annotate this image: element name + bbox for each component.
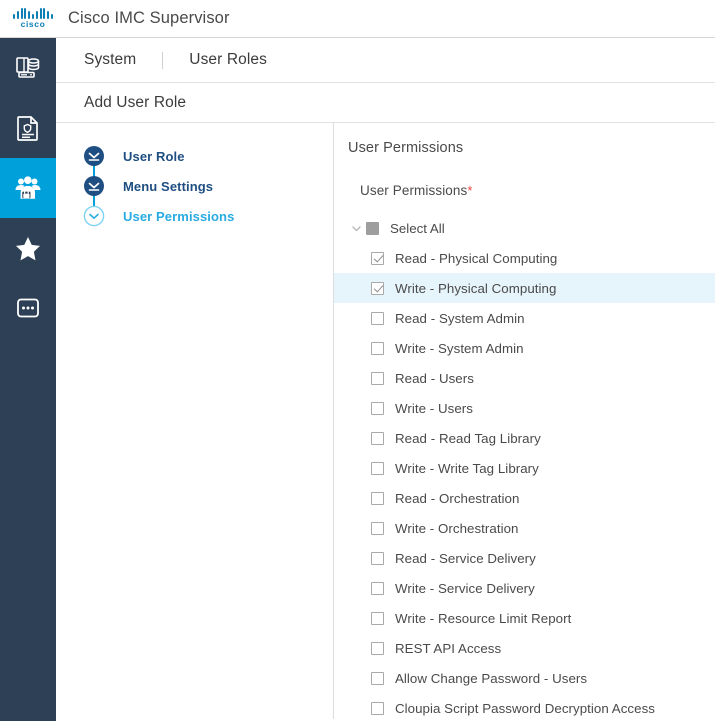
- wizard-container: User Role Menu Settings User Permissions…: [56, 123, 715, 719]
- step-completed-icon: [83, 145, 105, 167]
- permission-label: Read - Physical Computing: [395, 250, 558, 266]
- step-completed-icon: [83, 175, 105, 197]
- wizard-steps-pane: User Role Menu Settings User Permissions: [56, 123, 334, 719]
- rail-item-physical-computing[interactable]: [0, 38, 56, 98]
- main-content-area: System User Roles Add User Role User Rol…: [56, 38, 715, 721]
- permission-checkbox[interactable]: [371, 431, 384, 445]
- permission-label: Write - Service Delivery: [395, 580, 535, 596]
- permission-row[interactable]: Read - Users: [334, 363, 715, 393]
- rail-item-favorites[interactable]: [0, 218, 56, 278]
- permission-checkbox[interactable]: [371, 521, 384, 535]
- page-title-bar: Add User Role: [56, 83, 715, 123]
- rail-item-administration[interactable]: [0, 158, 56, 218]
- breadcrumb-item-user-roles[interactable]: User Roles: [189, 51, 267, 69]
- permission-checkbox[interactable]: [371, 251, 384, 265]
- wizard-step-user-permissions[interactable]: User Permissions: [83, 201, 333, 231]
- permission-label: Write - Write Tag Library: [395, 460, 539, 476]
- permission-label: Allow Change Password - Users: [395, 670, 588, 686]
- application-window: cisco Cisco IMC Supervisor System User R…: [0, 0, 715, 721]
- permission-row[interactable]: REST API Access: [334, 633, 715, 663]
- permission-label: Read - Orchestration: [395, 490, 520, 506]
- permission-row[interactable]: Write - Users: [334, 393, 715, 423]
- star-icon: [14, 235, 42, 262]
- permission-row[interactable]: Cloupia Script Password Decryption Acces…: [334, 693, 715, 721]
- permission-row[interactable]: Read - Service Delivery: [334, 543, 715, 573]
- chevron-down-icon[interactable]: [348, 223, 364, 234]
- cisco-wordmark: cisco: [20, 19, 46, 29]
- policy-document-icon: [15, 114, 41, 142]
- permission-checkbox[interactable]: [371, 581, 384, 595]
- permission-label: Read - Read Tag Library: [395, 430, 541, 446]
- server-storage-icon: [14, 54, 42, 82]
- permissions-section-heading: User Permissions: [348, 140, 464, 156]
- permission-checkbox[interactable]: [371, 641, 384, 655]
- top-header-bar: cisco Cisco IMC Supervisor: [0, 0, 715, 38]
- permissions-list: Read - Physical Computing Write - Physica…: [334, 243, 715, 721]
- permission-checkbox[interactable]: [371, 311, 384, 325]
- cisco-logo: cisco: [9, 8, 57, 29]
- permission-checkbox[interactable]: [371, 611, 384, 625]
- permission-label: Write - Resource Limit Report: [395, 610, 572, 626]
- wizard-step-label: Menu Settings: [123, 178, 214, 194]
- wizard-steps-list: User Role Menu Settings User Permissions: [83, 141, 333, 231]
- permission-label: Read - Users: [395, 370, 474, 386]
- wizard-step-label: User Permissions: [123, 208, 235, 224]
- breadcrumb-separator: [162, 51, 164, 69]
- permission-checkbox[interactable]: [371, 341, 384, 355]
- required-marker: *: [467, 183, 473, 198]
- permission-label: Cloupia Script Password Decryption Acces…: [395, 700, 655, 716]
- permission-checkbox[interactable]: [371, 551, 384, 565]
- permission-label: Write - System Admin: [395, 340, 524, 356]
- select-all-label: Select All: [390, 220, 445, 236]
- permission-checkbox[interactable]: [371, 461, 384, 475]
- permission-row[interactable]: Read - Orchestration: [334, 483, 715, 513]
- permission-row[interactable]: Write - Write Tag Library: [334, 453, 715, 483]
- step-current-icon: [83, 205, 105, 227]
- permission-label: Write - Users: [395, 400, 473, 416]
- permission-checkbox[interactable]: [371, 371, 384, 385]
- breadcrumb: System User Roles: [56, 38, 715, 83]
- more-options-icon: [15, 295, 41, 321]
- permission-label: REST API Access: [395, 640, 502, 656]
- wizard-step-user-role[interactable]: User Role: [83, 141, 333, 185]
- tree-row-select-all[interactable]: Select All: [334, 213, 715, 243]
- breadcrumb-item-system[interactable]: System: [84, 51, 136, 69]
- permission-checkbox[interactable]: [371, 701, 384, 715]
- permission-row[interactable]: Write - Orchestration: [334, 513, 715, 543]
- wizard-step-label: User Role: [123, 148, 185, 164]
- permission-row[interactable]: Read - System Admin: [334, 303, 715, 333]
- permission-label: Write - Orchestration: [395, 520, 519, 536]
- permission-checkbox[interactable]: [371, 491, 384, 505]
- user-group-lock-icon: [14, 175, 42, 201]
- permission-row[interactable]: Read - Read Tag Library: [334, 423, 715, 453]
- page-title: Add User Role: [84, 93, 187, 111]
- select-all-checkbox[interactable]: [366, 221, 379, 235]
- rail-item-policies[interactable]: [0, 98, 56, 158]
- rail-item-more[interactable]: [0, 278, 56, 338]
- application-title: Cisco IMC Supervisor: [68, 9, 230, 27]
- permission-row[interactable]: Write - System Admin: [334, 333, 715, 363]
- user-permissions-pane: User Permissions User Permissions* Selec…: [334, 123, 715, 719]
- permission-checkbox[interactable]: [371, 281, 384, 295]
- permission-label: Read - System Admin: [395, 310, 525, 326]
- permission-label: Read - Service Delivery: [395, 550, 536, 566]
- permission-row[interactable]: Allow Change Password - Users: [334, 663, 715, 693]
- permissions-field-label: User Permissions*: [334, 183, 715, 198]
- permission-label: Write - Physical Computing: [395, 280, 557, 296]
- permission-row[interactable]: Write - Service Delivery: [334, 573, 715, 603]
- permission-row[interactable]: Write - Resource Limit Report: [334, 603, 715, 633]
- permission-checkbox[interactable]: [371, 671, 384, 685]
- permissions-field-label-text: User Permissions: [360, 183, 468, 198]
- wizard-step-menu-settings[interactable]: Menu Settings: [83, 171, 333, 215]
- cisco-bars-icon: [13, 8, 53, 19]
- permission-checkbox[interactable]: [371, 401, 384, 415]
- permission-row[interactable]: Write - Physical Computing: [334, 273, 715, 303]
- permission-row[interactable]: Read - Physical Computing: [334, 243, 715, 273]
- left-navigation-rail: [0, 38, 56, 721]
